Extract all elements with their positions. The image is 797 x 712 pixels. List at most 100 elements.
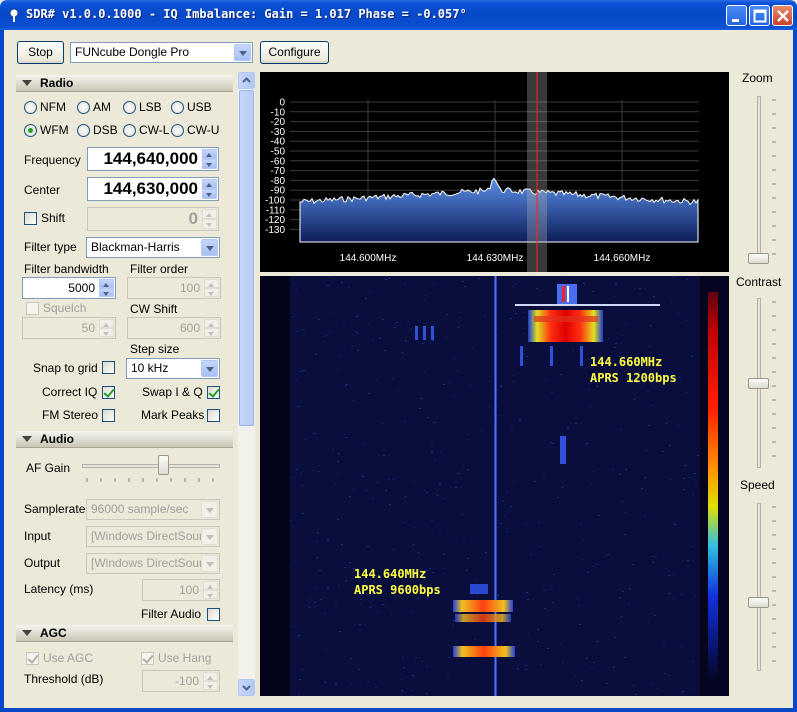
chevron-down-icon[interactable]: [201, 239, 218, 256]
use-agc-checkbox[interactable]: [26, 652, 39, 665]
agc-section-title: AGC: [40, 626, 67, 640]
shift-spinner[interactable]: [202, 209, 217, 229]
left-panel-scrollbar[interactable]: [238, 72, 255, 696]
radio-section-header[interactable]: Radio: [16, 75, 233, 92]
cw-shift-spinner[interactable]: [204, 319, 219, 337]
mode-radio-dsb[interactable]: [77, 124, 90, 137]
af-gain-slider-track[interactable]: [82, 464, 220, 468]
collapse-triangle-icon: [22, 630, 32, 636]
samplerate-select[interactable]: 96000 sample/sec: [86, 499, 220, 520]
shift-checkbox[interactable]: [24, 212, 37, 225]
mode-label-dsb: DSB: [93, 123, 118, 137]
mode-radio-am[interactable]: [77, 101, 90, 114]
stop-button[interactable]: Stop: [17, 41, 64, 64]
mode-label-cwu: CW-U: [187, 123, 220, 137]
output-device-select[interactable]: [Windows DirectSound: [86, 553, 220, 574]
step-size-label: Step size: [130, 342, 180, 356]
input-label: Input: [24, 529, 51, 543]
freq-tick-label: 144.630MHz: [467, 253, 524, 264]
title-bar[interactable]: SDR# v1.0.0.1000 - IQ Imbalance: Gain = …: [0, 0, 797, 30]
filter-order-label: Filter order: [130, 262, 189, 276]
filter-order-value: 100: [179, 281, 200, 295]
frequency-spinner[interactable]: [202, 149, 217, 169]
squelch-spinner[interactable]: [99, 319, 114, 337]
swap-iq-checkbox[interactable]: [207, 386, 220, 399]
filter-bandwidth-spinner[interactable]: [99, 279, 114, 297]
cw-shift-value: 600: [179, 321, 200, 335]
correct-iq-checkbox[interactable]: [102, 386, 115, 399]
collapse-triangle-icon: [22, 436, 32, 442]
mode-label-usb: USB: [187, 100, 212, 114]
audio-section-header[interactable]: Audio: [16, 431, 233, 448]
af-gain-slider-thumb[interactable]: [158, 455, 170, 475]
maximize-button[interactable]: [749, 5, 770, 26]
mode-label-nfm: NFM: [40, 100, 66, 114]
mode-radio-lsb[interactable]: [123, 101, 136, 114]
minimize-icon: [732, 19, 739, 22]
swap-iq-label: Swap I & Q: [142, 385, 203, 399]
latency-value: 100: [178, 583, 199, 597]
window-title: SDR# v1.0.0.1000 - IQ Imbalance: Gain = …: [26, 7, 467, 21]
spectrum-analyzer[interactable]: 0 -10 -20 -30 -40 -50 -60 -70 -80 -90 -100 -110 -120…: [260, 72, 729, 272]
cw-shift-label: CW Shift: [130, 302, 178, 316]
center-label: Center: [24, 183, 61, 197]
device-select[interactable]: FUNcube Dongle Pro: [70, 42, 253, 63]
filter-order-spinner[interactable]: [204, 279, 219, 297]
mode-radio-cwu[interactable]: [171, 124, 184, 137]
mode-radio-usb[interactable]: [171, 101, 184, 114]
chevron-down-icon[interactable]: [201, 555, 218, 572]
input-device-value: [Windows DirectSound: [91, 529, 213, 543]
cw-shift-input[interactable]: 600: [127, 317, 221, 339]
mode-radio-wfm[interactable]: [24, 124, 37, 137]
frequency-label: Frequency: [24, 153, 81, 167]
squelch-input[interactable]: 50: [22, 317, 116, 339]
correct-iq-label: Correct IQ: [42, 385, 98, 399]
threshold-input[interactable]: -100: [142, 670, 220, 692]
input-device-select[interactable]: [Windows DirectSound: [86, 526, 220, 547]
use-hang-checkbox[interactable]: [141, 652, 154, 665]
close-button[interactable]: [772, 5, 793, 26]
chevron-down-icon[interactable]: [201, 501, 218, 518]
filter-bandwidth-input[interactable]: 5000: [22, 277, 116, 299]
waterfall-display[interactable]: 144.660MHz APRS 1200bps 144.640MHz APRS …: [260, 276, 729, 696]
scroll-up-button[interactable]: [238, 72, 255, 89]
filter-type-select[interactable]: Blackman-Harris: [86, 237, 220, 258]
chevron-down-icon[interactable]: [201, 528, 218, 545]
center-input[interactable]: 144,630,000: [87, 177, 219, 201]
snap-to-grid-label: Snap to grid: [33, 361, 98, 375]
mark-peaks-checkbox[interactable]: [207, 409, 220, 422]
filter-audio-checkbox[interactable]: [207, 608, 220, 621]
filter-audio-label: Filter Audio: [141, 607, 202, 621]
scroll-thumb[interactable]: [239, 90, 254, 426]
snap-to-grid-checkbox[interactable]: [102, 361, 115, 374]
freq-tick-label: 144.600MHz: [340, 253, 397, 264]
fm-stereo-checkbox[interactable]: [102, 409, 115, 422]
squelch-checkbox[interactable]: [26, 302, 39, 315]
threshold-spinner[interactable]: [203, 672, 218, 690]
freq-tick-label: 144.660MHz: [594, 253, 651, 264]
mode-radio-nfm[interactable]: [24, 101, 37, 114]
mode-label-cwl: CW-L: [139, 123, 170, 137]
filter-type-label: Filter type: [24, 240, 77, 254]
af-gain-label: AF Gain: [26, 461, 71, 475]
use-hang-label: Use Hang: [158, 651, 212, 665]
chevron-down-icon[interactable]: [234, 44, 251, 61]
squelch-label: Squelch: [43, 301, 87, 315]
filter-order-input[interactable]: 100: [127, 277, 221, 299]
shift-input[interactable]: 0: [87, 207, 219, 231]
chevron-down-icon[interactable]: [201, 360, 218, 377]
latency-spinner[interactable]: [203, 581, 218, 599]
center-spinner[interactable]: [202, 179, 217, 199]
squelch-value: 50: [81, 321, 95, 335]
mode-radio-cwl[interactable]: [123, 124, 136, 137]
agc-section-header[interactable]: AGC: [16, 625, 233, 642]
configure-button[interactable]: Configure: [260, 41, 329, 64]
mode-label-am: AM: [93, 100, 111, 114]
output-device-value: [Windows DirectSound: [91, 556, 213, 570]
step-size-select[interactable]: 10 kHz: [126, 358, 220, 379]
latency-input[interactable]: 100: [142, 579, 220, 601]
scroll-down-button[interactable]: [238, 679, 255, 696]
frequency-input[interactable]: 144,640,000: [87, 147, 219, 171]
minimize-button[interactable]: [726, 5, 747, 26]
window-frame-bottom: [0, 708, 797, 712]
